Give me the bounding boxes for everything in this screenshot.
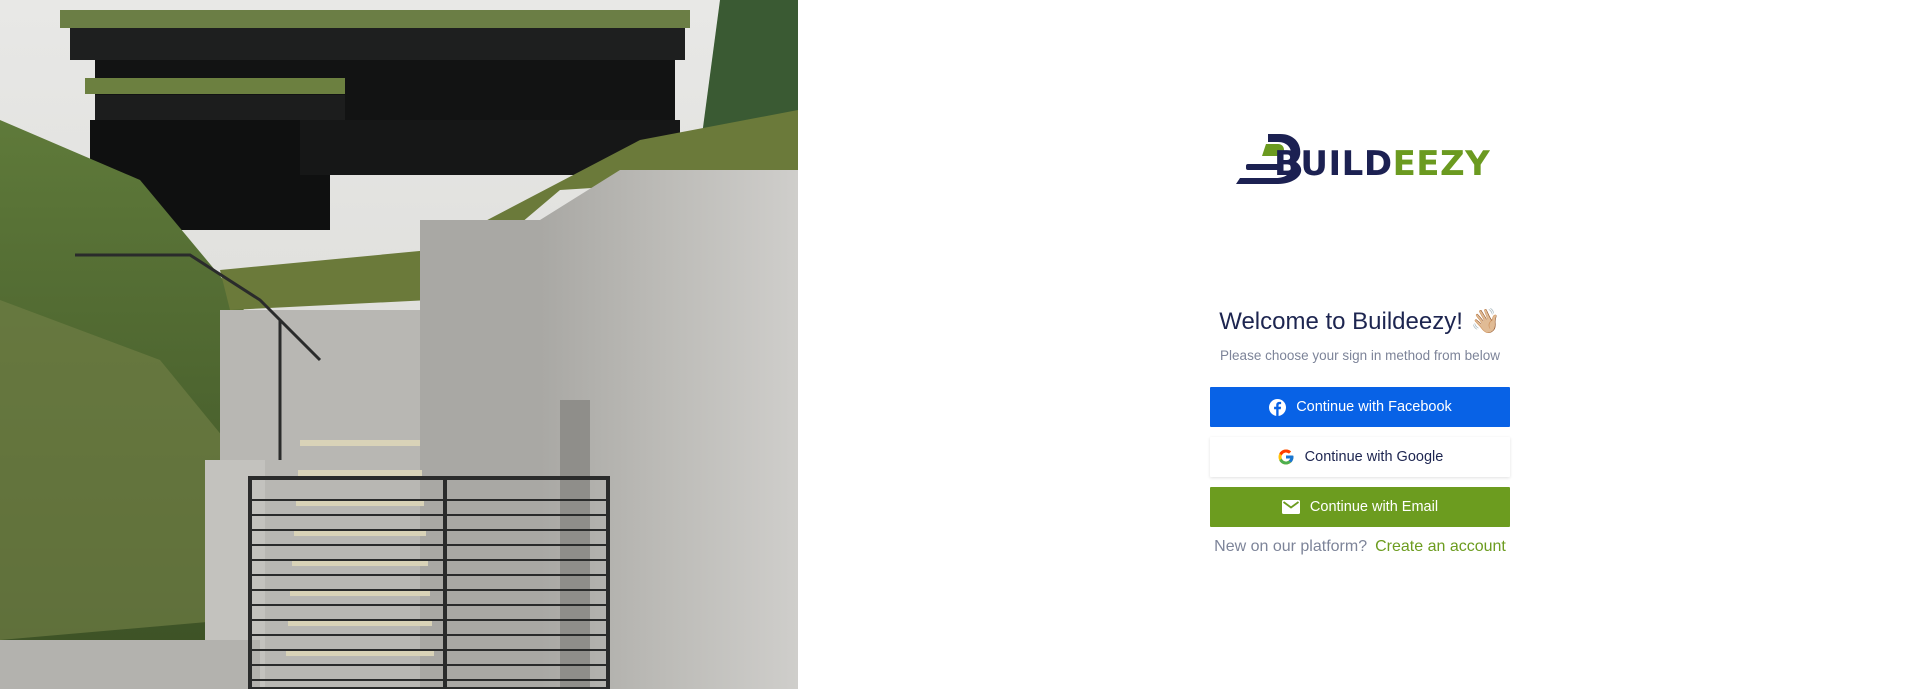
facebook-icon [1268, 398, 1286, 416]
page-subtitle: Please choose your sign in method from b… [1220, 348, 1500, 363]
logo-wordmark-part2: EEZY [1392, 144, 1491, 184]
continue-with-google-button[interactable]: Continue with Google [1210, 437, 1510, 477]
signin-card: Welcome to Buildeezy! 👋🏼 Please choose y… [1204, 300, 1516, 558]
create-account-link[interactable]: Create an account [1375, 536, 1506, 558]
continue-with-email-button[interactable]: Continue with Email [1210, 487, 1510, 527]
mail-icon [1281, 498, 1300, 516]
facebook-button-label: Continue with Facebook [1296, 399, 1452, 415]
continue-with-facebook-button[interactable]: Continue with Facebook [1210, 387, 1510, 427]
logo-wordmark: BUILD EEZY [1232, 130, 1491, 184]
google-button-label: Continue with Google [1304, 449, 1444, 465]
signin-panel: BUILD EEZY Welcome to Buildeezy! 👋🏼 Pleas… [798, 0, 1920, 689]
google-icon [1277, 448, 1295, 466]
hero-photo [0, 0, 798, 689]
signup-prompt: New on our platform? Create an account [1204, 536, 1516, 558]
email-button-label: Continue with Email [1309, 499, 1439, 515]
logo-wordmark-part1: BUILD [1274, 144, 1393, 184]
waving-hand-icon: 👋🏼 [1470, 308, 1501, 335]
brand-logo: BUILD EEZY [1232, 130, 1491, 184]
signup-prompt-text: New on our platform? [1214, 538, 1368, 555]
page-title: Welcome to Buildeezy! 👋🏼 [1204, 300, 1516, 344]
hero-image [0, 0, 798, 689]
page-title-text: Welcome to Buildeezy! [1219, 308, 1463, 335]
